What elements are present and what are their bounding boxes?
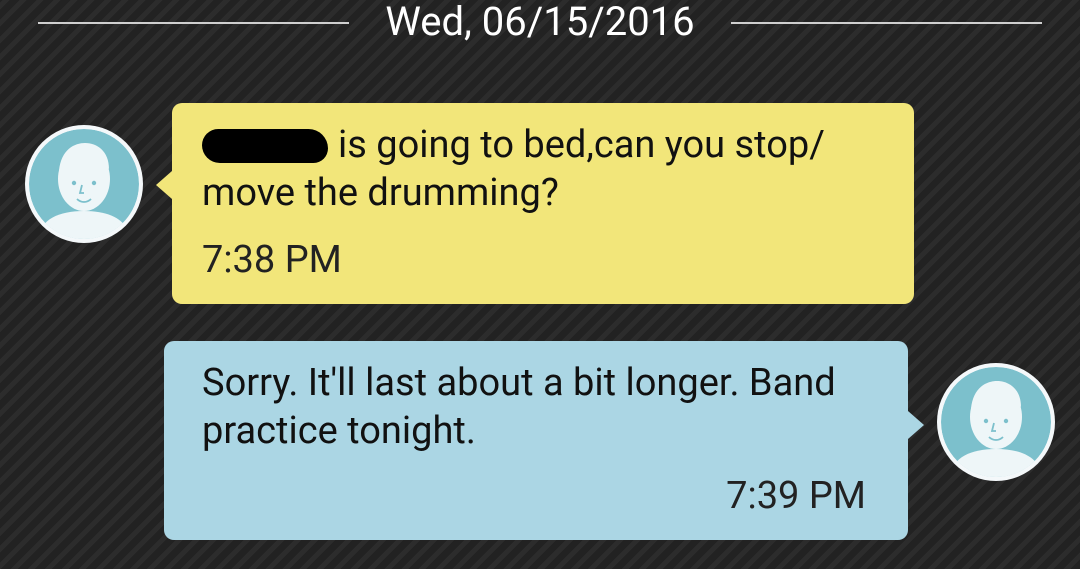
contact-avatar[interactable] [25, 125, 143, 243]
message-text: is going to bed,can you stop/ move the d… [202, 121, 886, 217]
default-contact-icon [941, 367, 1051, 477]
redacted-name-mark [202, 129, 328, 163]
message-timestamp: 7:38 PM [202, 238, 342, 282]
message-bubble-incoming[interactable]: is going to bed,can you stop/ move the d… [156, 103, 914, 304]
date-divider-line-left [38, 22, 350, 24]
message-timestamp: 7:39 PM [726, 474, 866, 518]
date-divider: Wed, 06/15/2016 [38, 0, 1043, 45]
my-avatar[interactable] [937, 363, 1055, 481]
message-text: Sorry. It'll last about a bit longer. Ba… [202, 361, 836, 453]
default-contact-icon [29, 129, 139, 239]
date-label: Wed, 06/15/2016 [385, 0, 695, 45]
date-divider-line-right [730, 22, 1043, 24]
message-bubble-outgoing[interactable]: Sorry. It'll last about a bit longer. Ba… [164, 341, 924, 540]
